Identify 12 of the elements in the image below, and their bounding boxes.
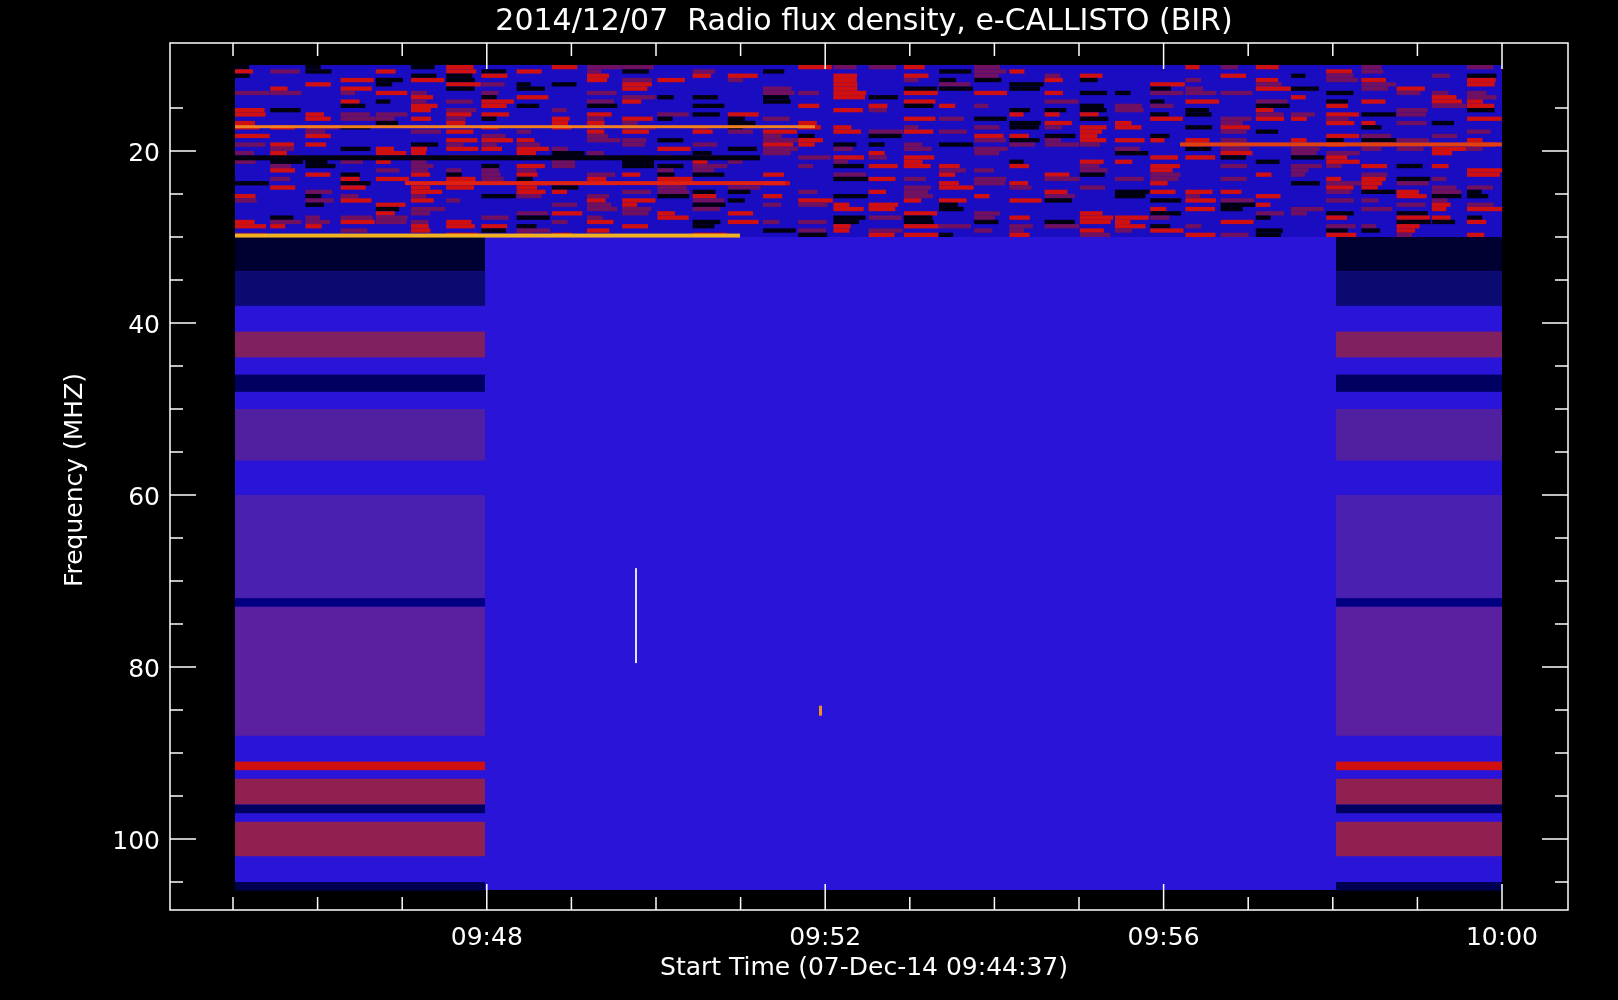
y-tick-label: 80 bbox=[128, 654, 160, 683]
y-tick-label: 20 bbox=[128, 138, 160, 167]
x-tick-label: 09:52 bbox=[789, 922, 862, 951]
x-axis-label: Start Time (07-Dec-14 09:44:37) bbox=[660, 952, 1068, 981]
x-tick-label: 09:48 bbox=[450, 922, 523, 951]
y-tick-label: 40 bbox=[128, 310, 160, 339]
y-axis-label: Frequency (MHZ) bbox=[59, 372, 88, 588]
y-tick-label: 100 bbox=[112, 826, 160, 855]
y-tick-label: 60 bbox=[128, 482, 160, 511]
plot-title: 2014/12/07 Radio flux density, e-CALLISTO (BIR) bbox=[495, 2, 1233, 37]
x-tick-label: 10:00 bbox=[1466, 922, 1538, 951]
x-tick-label: 09:56 bbox=[1127, 922, 1200, 951]
